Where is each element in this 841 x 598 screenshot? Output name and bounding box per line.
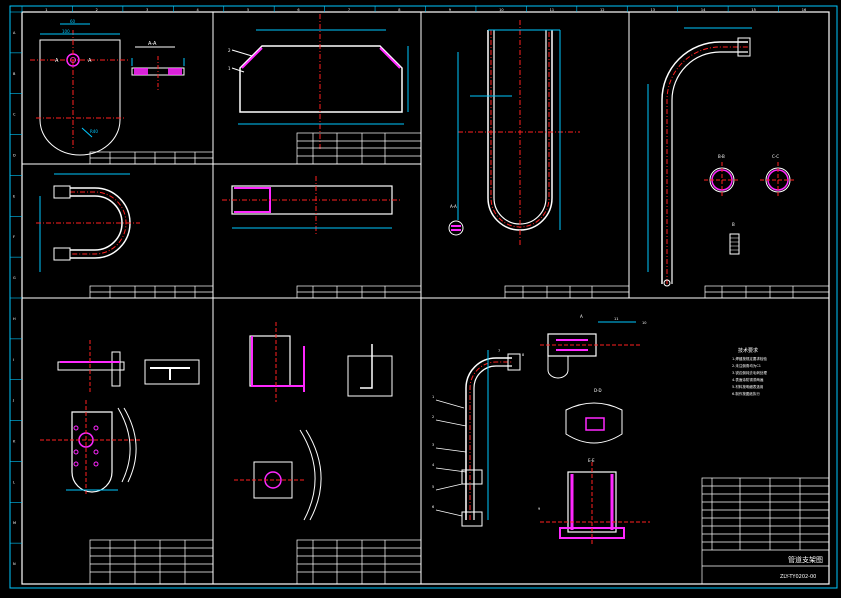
- side-zone-ruler: A B C D E F G H I J K L M N: [10, 11, 22, 566]
- ruler-label: 6: [297, 8, 299, 12]
- part-balloon: 4: [432, 463, 435, 467]
- svg-text:R40: R40: [90, 129, 98, 134]
- tech-req-line: 1.焊缝按规定要求检验: [732, 356, 767, 361]
- panel-long-u-pipe: A-A: [448, 20, 580, 245]
- ruler-label: I: [13, 358, 14, 362]
- tech-req-line: 3.锐边倒钝去毛刺处理: [732, 370, 767, 375]
- ruler-label: 15: [751, 8, 755, 12]
- panel-pipe-section: [222, 176, 400, 234]
- ruler-label: A: [13, 31, 16, 35]
- section-dd-label: D-D: [594, 388, 602, 393]
- ruler-label: 16: [802, 8, 806, 12]
- ruler-label: D: [13, 154, 16, 158]
- ruler-label: G: [13, 276, 16, 280]
- ruler-label: 7: [348, 8, 350, 12]
- svg-text:A-A: A-A: [450, 204, 457, 209]
- ruler-label: 13: [650, 8, 654, 12]
- view-labels: B-B C-C A D-D E-E B: [580, 154, 779, 463]
- ruler-label: E: [13, 194, 15, 198]
- part-balloon: 3: [432, 443, 434, 447]
- ruler-label: 12: [600, 8, 604, 12]
- title-block-1: [89, 151, 214, 165]
- ruler-label: C: [13, 113, 16, 117]
- svg-text:1: 1: [228, 66, 231, 71]
- ruler-label: 14: [701, 8, 706, 12]
- part-balloons: 1 2 3 4 5 6 7 8 9 10 11: [432, 317, 646, 511]
- drawing-number: ZLY-TY0202-00: [780, 574, 816, 580]
- ruler-label: B: [13, 72, 16, 76]
- ruler-label: 11: [550, 8, 554, 12]
- section-ee-label: E-E: [588, 458, 595, 463]
- ruler-label: 9: [449, 8, 451, 12]
- ruler-label: F: [13, 235, 15, 239]
- drawing-title: 管道支架图: [788, 555, 823, 564]
- main-title-block: 管道支架图 ZLY-TY0202-00: [701, 477, 830, 585]
- ruler-label: N: [13, 562, 16, 566]
- panel-u-bend: [36, 173, 140, 272]
- drawing-canvas: 1 2 3 4 5 6 7 8 9 10 11 12 13 14 15 16 ABCDEFGHIJKLMN 1…: [9, 5, 838, 589]
- view-b-label: B: [732, 222, 735, 227]
- svg-text:2: 2: [228, 48, 231, 53]
- top-zone-ruler: 1 2 3 4 5 6 7 8 9 10 11 12 13 14 15 16: [21, 6, 806, 12]
- title-block-2: [296, 132, 422, 165]
- tech-req-line: 5.材料按明细表选用: [732, 384, 764, 389]
- panel-trapezoid-plate: 2 1: [228, 14, 409, 150]
- view-a-label: A: [580, 314, 583, 319]
- title-block-3: [89, 285, 214, 299]
- part-balloon: 6: [432, 505, 434, 509]
- tech-req-line: 2.未注倒角均为C1: [732, 363, 761, 368]
- title-block-8: [296, 539, 422, 585]
- part-balloon: 7: [498, 349, 500, 353]
- ruler-label: 10: [499, 8, 503, 12]
- tech-req-line: 6.制作按图纸执行: [732, 391, 760, 396]
- part-balloon: 11: [614, 317, 618, 321]
- part-balloon: 1: [432, 395, 434, 399]
- sheet-frame: [9, 5, 838, 589]
- part-balloon: 5: [432, 485, 434, 489]
- section-cc-label: C-C: [772, 154, 779, 159]
- part-balloon: 8: [522, 353, 524, 357]
- ruler-label: J: [12, 399, 14, 403]
- ruler-label: H: [13, 317, 16, 321]
- tech-requirements: 技术要求 1.焊缝按规定要求检验 2.未注倒角均为C1 3.锐边倒钝去毛刺处理 4.表…: [732, 347, 767, 396]
- svg-text:A: A: [55, 58, 59, 64]
- ruler-label: M: [13, 521, 16, 525]
- tech-req-title: 技术要求: [738, 347, 758, 354]
- title-block-5: [504, 285, 630, 299]
- section-aa-label: A-A: [148, 41, 157, 47]
- ruler-label: 3: [146, 8, 148, 12]
- title-block-6: [704, 285, 830, 299]
- title-block-4: [296, 285, 422, 299]
- part-balloon: 10: [642, 321, 646, 325]
- section-bb-label: B-B: [718, 154, 725, 159]
- ruler-label: 1: [45, 8, 47, 12]
- svg-text:60: 60: [70, 19, 76, 24]
- ruler-label: K: [13, 440, 16, 444]
- panel-box-support: [234, 322, 393, 521]
- ruler-label: L: [13, 480, 15, 484]
- tech-req-line: 4.表面涂防锈漆两遍: [732, 377, 764, 382]
- panel-plate-view: 100 60 A A R40: [30, 19, 130, 156]
- cad-drawing-sheet: 1 2 3 4 5 6 7 8 9 10 11 12 13 14 15 16 ABCDEFGHIJKLMN 1…: [0, 0, 841, 594]
- part-balloon: 9: [538, 507, 540, 511]
- part-balloon: 2: [432, 415, 434, 419]
- svg-text:100: 100: [62, 29, 70, 34]
- ruler-label: 2: [96, 8, 98, 12]
- panel-assembly: [435, 321, 650, 545]
- ruler-label: 5: [247, 8, 249, 12]
- svg-text:A: A: [88, 58, 92, 64]
- ruler-label: 8: [398, 8, 400, 12]
- panel-flange-bracket: [40, 340, 200, 495]
- section-aa-view: A-A: [131, 41, 185, 90]
- title-block-7: [89, 539, 214, 585]
